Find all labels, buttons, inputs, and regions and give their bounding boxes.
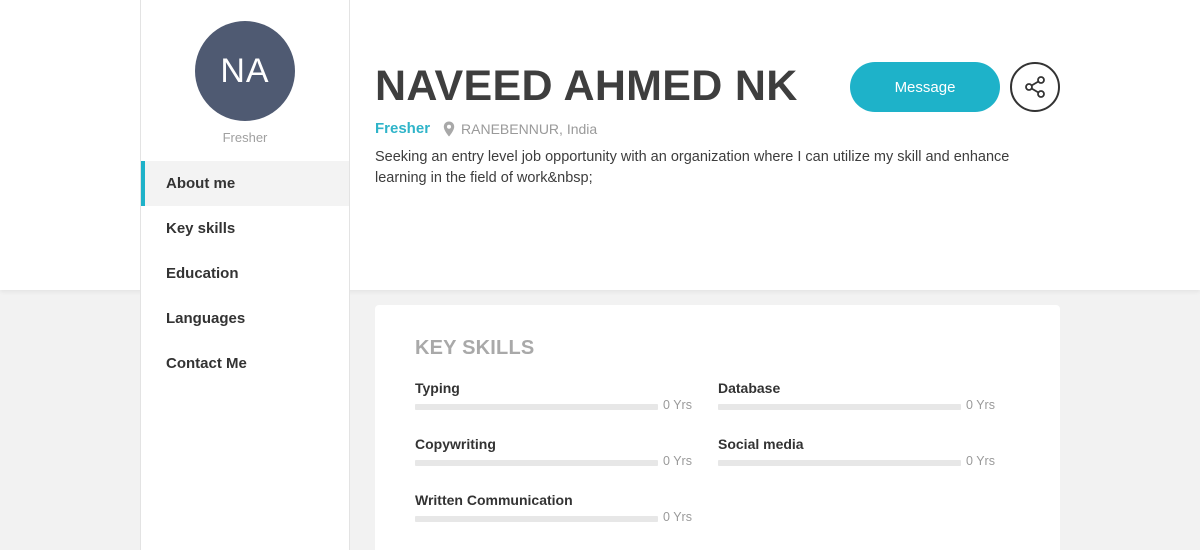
skill-item: Typing 0 Yrs [415,378,695,416]
skill-years: 0 Yrs [663,510,692,524]
sidebar-item-label: Contact Me [166,355,247,372]
sidebar-item-education[interactable]: Education [141,251,349,296]
skill-progress-bar [718,460,961,466]
skill-item: Social media 0 Yrs [718,434,998,472]
avatar: NA [195,21,295,121]
profile-status: Fresher [375,120,431,137]
skill-name: Database [718,380,781,396]
skill-item: Database 0 Yrs [718,378,998,416]
sidebar-nav: About me Key skills Education Languages … [141,161,349,386]
profile-meta: Fresher RANEBENNUR, India [375,120,597,137]
avatar-initials: NA [220,51,270,90]
sidebar-item-languages[interactable]: Languages [141,296,349,341]
skill-years: 0 Yrs [663,398,692,412]
skill-name: Typing [415,380,460,396]
skill-progress-bar [415,460,658,466]
sidebar-item-key-skills[interactable]: Key skills [141,206,349,251]
share-button[interactable] [1010,62,1060,112]
profile-location: RANEBENNUR, India [461,120,598,137]
message-button-label: Message [894,78,956,96]
sidebar-item-contact-me[interactable]: Contact Me [141,341,349,386]
key-skills-card: KEY SKILLS Typing 0 Yrs Database 0 Yrs C… [375,305,1060,550]
skill-progress-bar [718,404,961,410]
profile-bio: Seeking an entry level job opportunity w… [375,149,1010,186]
profile-sidebar: NA Fresher About me Key skills Education… [140,0,350,550]
message-button[interactable]: Message [850,62,1000,112]
sidebar-item-about-me[interactable]: About me [141,161,349,206]
sidebar-item-label: About me [166,175,236,192]
skill-name: Social media [718,436,804,452]
skill-name: Copywriting [415,436,496,452]
skill-years: 0 Yrs [966,454,995,468]
skill-years: 0 Yrs [663,454,692,468]
sidebar-item-label: Education [166,265,239,282]
skill-item: Written Communication 0 Yrs [415,490,695,528]
skill-name: Written Communication [415,492,573,508]
key-skills-title: KEY SKILLS [415,337,535,359]
sidebar-item-label: Key skills [166,220,236,237]
skill-progress-bar [415,516,658,522]
profile-name: NAVEED AHMED NK [375,62,798,110]
share-icon [1023,75,1047,99]
sidebar-item-label: Languages [166,310,246,327]
sidebar-status: Fresher [222,130,268,145]
location-pin-icon [443,121,455,137]
skill-progress-bar [415,404,658,410]
skill-item: Copywriting 0 Yrs [415,434,695,472]
skill-years: 0 Yrs [966,398,995,412]
